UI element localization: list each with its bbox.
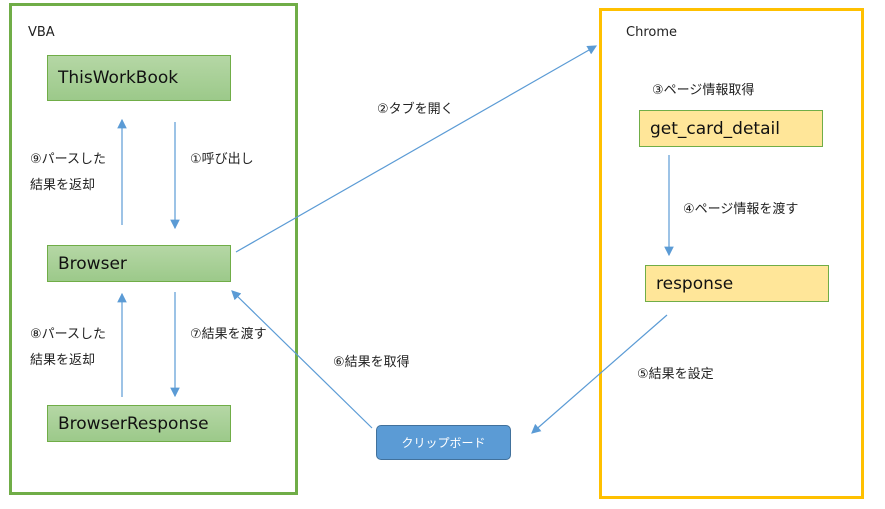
browser-box: Browser (47, 245, 231, 282)
step6-label: ⑥結果を取得 (333, 355, 410, 370)
get-card-detail-box: get_card_detail (639, 110, 823, 147)
vba-title: VBA (28, 25, 55, 40)
arrow-open-tab (235, 45, 598, 253)
browserresponse-box: BrowserResponse (47, 405, 231, 442)
thisworkbook-box: ThisWorkBook (47, 55, 231, 101)
clipboard-box: クリップボード (376, 425, 511, 460)
step4-label: ④ページ情報を渡す (683, 202, 799, 217)
step8-label-2: 結果を返却 (30, 353, 96, 368)
step9-label-1: ⑨パースした (30, 152, 107, 167)
step7-label: ⑦結果を渡す (190, 327, 267, 342)
step8-label-1: ⑧パースした (30, 327, 107, 342)
step2-label: ②タブを開く (377, 102, 454, 117)
step3-label: ③ページ情報取得 (652, 83, 755, 98)
step9-label-2: 結果を返却 (30, 178, 96, 193)
chrome-title: Chrome (626, 25, 677, 40)
step1-label: ①呼び出し (190, 152, 254, 167)
response-box: response (645, 265, 829, 302)
step5-label: ⑤結果を設定 (637, 367, 714, 382)
